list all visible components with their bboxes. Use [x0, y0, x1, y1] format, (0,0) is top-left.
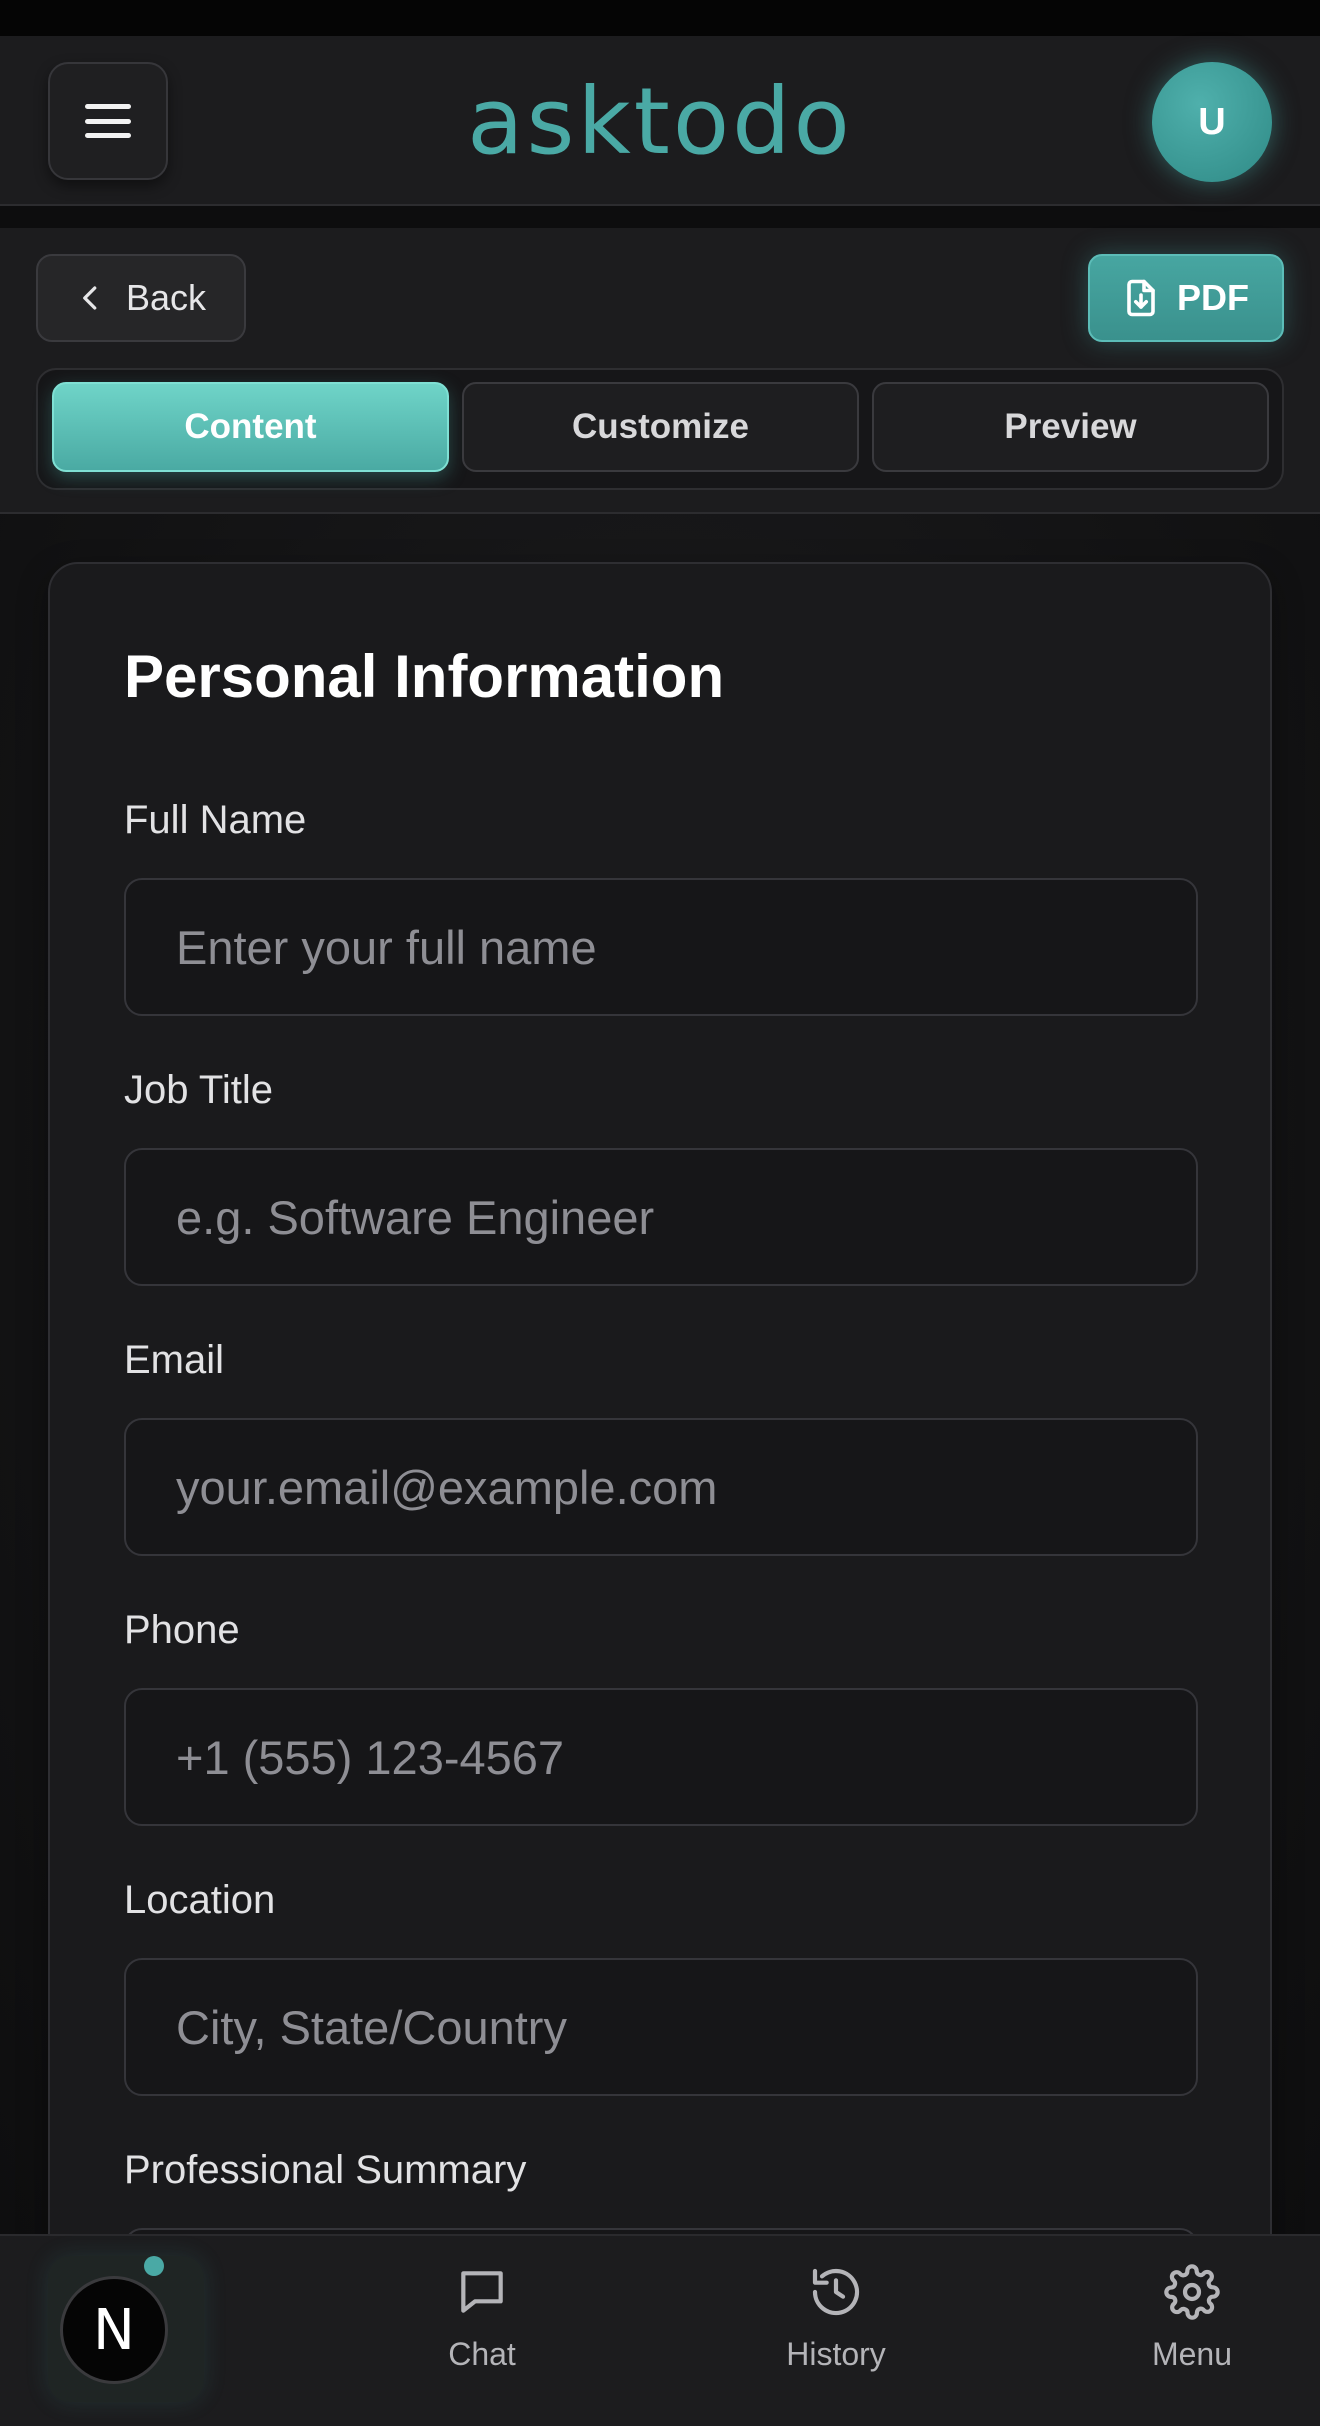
- full-name-label: Full Name: [124, 798, 307, 842]
- notification-dot: [144, 2256, 164, 2276]
- chat-icon: [461, 2271, 503, 2313]
- pdf-label: PDF: [1177, 277, 1249, 318]
- file-download-icon: [1127, 279, 1155, 317]
- history-icon: [812, 2268, 860, 2316]
- location-label: Location: [124, 1878, 276, 1922]
- nav-menu-label: Menu: [1151, 2336, 1233, 2372]
- location-input[interactable]: City, State/Country: [124, 1958, 1198, 2096]
- hamburger-icon: [85, 104, 131, 138]
- tab-content[interactable]: Content: [52, 382, 449, 472]
- phone-label: Phone: [124, 1608, 240, 1652]
- phone-input[interactable]: +1 (555) 123-4567: [124, 1688, 1198, 1826]
- email-input[interactable]: your.email@example.com: [124, 1418, 1198, 1556]
- full-name-input[interactable]: Enter your full name: [124, 878, 1198, 1016]
- back-label: Back: [125, 277, 207, 318]
- floating-avatar[interactable]: N: [60, 2276, 168, 2384]
- gear-icon: [1164, 2264, 1220, 2320]
- professional-summary-label: Professional Summary: [124, 2148, 527, 2192]
- personal-info-card: Personal Information Full Name Enter you…: [48, 562, 1272, 2366]
- editor-toolbar: Back PDF Content Customize Preview: [0, 228, 1320, 514]
- app-header: asktodo U: [0, 36, 1320, 206]
- content-area: Personal Information Full Name Enter you…: [0, 514, 1320, 2366]
- bottom-nav: s N Chat History Menu: [0, 2234, 1320, 2426]
- chevron-left-icon: [83, 286, 97, 310]
- tab-customize[interactable]: Customize: [462, 382, 859, 472]
- nav-history-label: History: [786, 2336, 886, 2372]
- user-avatar[interactable]: U: [1152, 62, 1272, 182]
- tab-preview[interactable]: Preview: [872, 382, 1269, 472]
- job-title-label: Job Title: [124, 1068, 273, 1112]
- email-label: Email: [124, 1338, 225, 1382]
- status-bar: [0, 0, 1320, 36]
- pdf-button[interactable]: PDF: [1088, 254, 1284, 342]
- app-logo[interactable]: asktodo: [460, 62, 860, 180]
- nav-item-chat[interactable]: Chat: [382, 2264, 582, 2384]
- section-title: Personal Information: [124, 643, 725, 710]
- back-button[interactable]: Back: [36, 254, 246, 342]
- nav-chat-label: Chat: [448, 2336, 516, 2372]
- job-title-input[interactable]: e.g. Software Engineer: [124, 1148, 1198, 1286]
- nav-item-history[interactable]: History: [736, 2264, 936, 2384]
- editor-tabs: Content Customize Preview: [36, 368, 1284, 490]
- nav-item-menu[interactable]: Menu: [1092, 2264, 1292, 2384]
- menu-button[interactable]: [48, 62, 168, 180]
